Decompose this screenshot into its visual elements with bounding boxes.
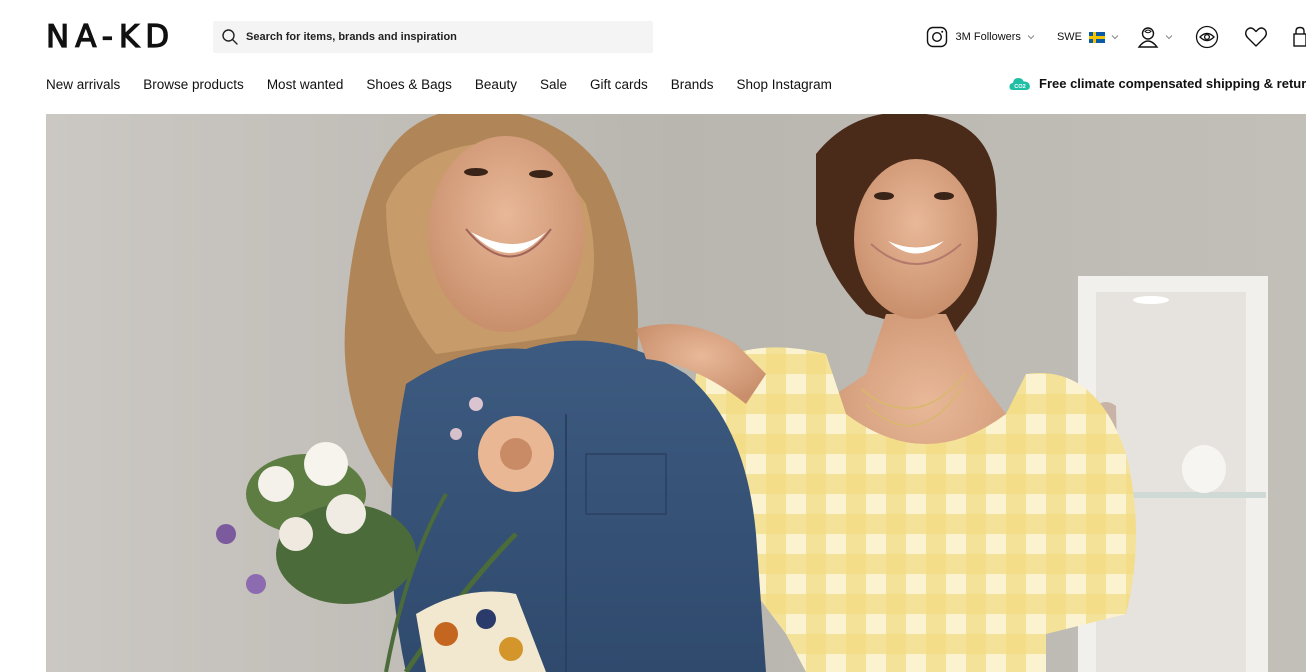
search-input[interactable]: Search for items, brands and inspiration — [246, 31, 457, 43]
sweden-flag-icon — [1089, 31, 1105, 43]
nav-item-gift-cards[interactable]: Gift cards — [590, 77, 648, 92]
search-bar[interactable]: Search for items, brands and inspiration — [213, 21, 653, 53]
nav-item-shop-instagram[interactable]: Shop Instagram — [737, 77, 832, 92]
nav-item-beauty[interactable]: Beauty — [475, 77, 517, 92]
nav-item-most-wanted[interactable]: Most wanted — [267, 77, 344, 92]
chevron-down-icon — [1165, 33, 1173, 41]
cart-icon — [1292, 26, 1306, 48]
chevron-down-icon — [1027, 33, 1035, 41]
nakd-logo[interactable]: NA-KD — [45, 19, 175, 54]
main-nav: New arrivals Browse products Most wanted… — [46, 74, 855, 94]
instagram-followers[interactable]: 3M Followers — [926, 26, 1035, 48]
wishlist-button[interactable] — [1244, 26, 1268, 48]
co2-badge-text: CO2 — [1014, 84, 1026, 90]
recently-viewed-button[interactable] — [1195, 25, 1219, 49]
country-code: SWE — [1056, 31, 1082, 43]
utility-bar: 3M Followers SWE — [926, 22, 1306, 52]
nav-item-shoes-bags[interactable]: Shoes & Bags — [366, 77, 452, 92]
nav-item-brands[interactable]: Brands — [671, 77, 714, 92]
nav-item-browse-products[interactable]: Browse products — [143, 77, 244, 92]
search-icon — [221, 28, 239, 46]
hero-image — [46, 114, 1306, 672]
country-selector[interactable]: SWE — [1057, 31, 1119, 43]
hero-banner[interactable] — [46, 114, 1306, 672]
cart-button[interactable] — [1292, 26, 1306, 48]
account-menu[interactable] — [1137, 25, 1173, 49]
instagram-icon — [926, 26, 948, 48]
nav-item-sale[interactable]: Sale — [540, 77, 567, 92]
site-header: NA-KD Search for items, brands and inspi… — [0, 0, 1306, 114]
heart-icon — [1244, 26, 1268, 48]
promo-text: Free climate compensated shipping & retu… — [1039, 75, 1306, 91]
co2-cloud-icon: CO2 — [1009, 78, 1030, 90]
shipping-promo[interactable]: CO2 Free climate compensated shipping & … — [1009, 73, 1306, 93]
eye-icon — [1195, 25, 1219, 49]
chevron-down-icon — [1111, 33, 1119, 41]
user-icon — [1137, 25, 1159, 49]
followers-count: 3M Followers — [955, 31, 1021, 43]
nav-item-new-arrivals[interactable]: New arrivals — [46, 77, 120, 92]
